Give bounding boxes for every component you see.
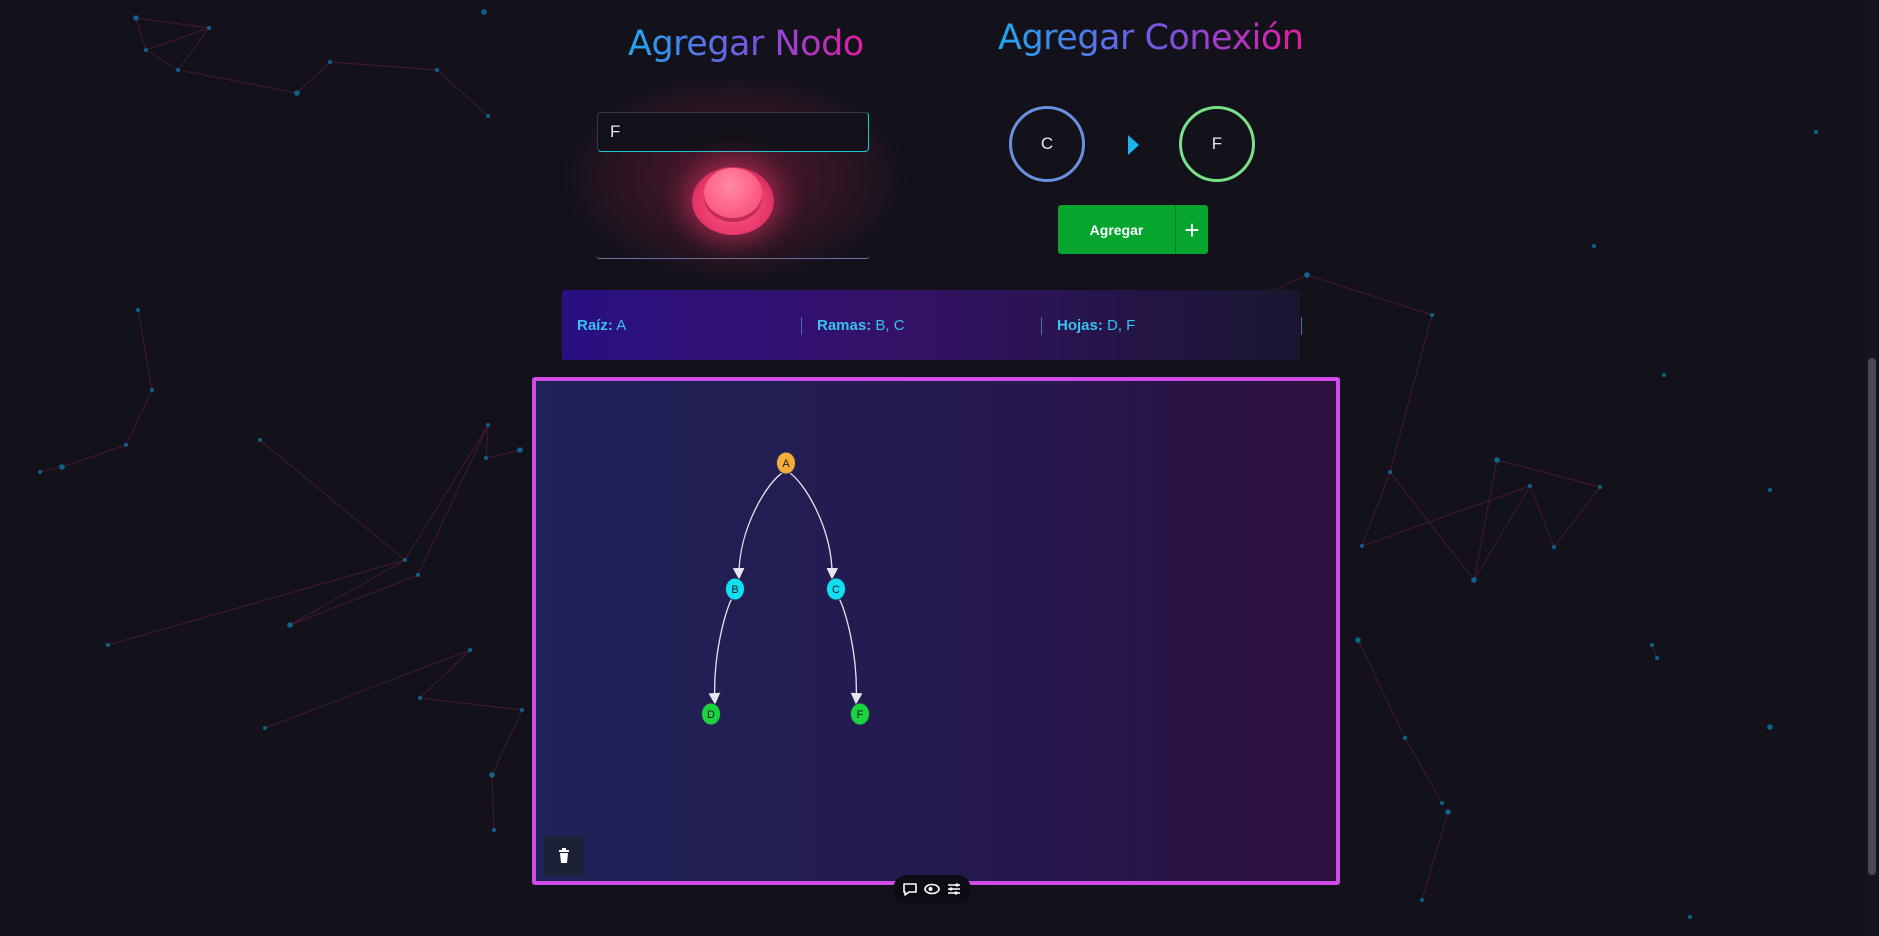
graph-node-label-F: F (857, 709, 864, 721)
branches-label: Ramas: (817, 317, 872, 334)
graph-toolbar (893, 875, 971, 903)
node-name-input[interactable] (597, 112, 869, 152)
trash-icon (559, 848, 569, 863)
play-arrow-icon (1128, 135, 1139, 155)
graph-svg: A B C D F (701, 451, 870, 726)
add-node-title: Agregar Nodo (628, 24, 864, 64)
graph-node-A[interactable]: A (776, 451, 796, 475)
edge-A-C (788, 471, 839, 580)
comment-icon[interactable] (901, 880, 919, 898)
graph-node-label-B: B (731, 584, 738, 596)
tree-summary-bar: Raíz: A Ramas: B, C Hojas: D, F (562, 290, 1302, 360)
settings-list-icon[interactable] (945, 880, 963, 898)
leaves-value: D, F (1107, 317, 1136, 334)
plus-icon: + (1175, 205, 1208, 254)
graph-node-label-C: C (832, 584, 840, 596)
edge-C-F (838, 598, 863, 705)
graph-node-D[interactable]: D (701, 702, 721, 726)
graph-node-label-D: D (707, 709, 715, 721)
to-node-circle[interactable]: F (1179, 106, 1255, 182)
add-connection-title: Agregar Conexión (998, 18, 1304, 58)
scrollbar-thumb[interactable] (1868, 358, 1876, 875)
graph-node-C[interactable]: C (826, 577, 846, 601)
graph-canvas[interactable]: A B C D F (532, 377, 1340, 885)
red-button-cap (704, 168, 762, 218)
summary-root: Raíz: A (577, 317, 802, 335)
edge-A-B (732, 471, 784, 580)
graph-node-B[interactable]: B (725, 577, 745, 601)
add-connection-label: Agregar (1089, 221, 1144, 238)
eye-toggle-icon[interactable] (923, 880, 941, 898)
root-label: Raíz: (577, 317, 613, 334)
branches-value: B, C (875, 317, 905, 334)
summary-branches: Ramas: B, C (817, 317, 1042, 335)
clear-graph-button[interactable] (544, 836, 584, 876)
summary-leaves: Hojas: D, F (1057, 317, 1302, 335)
add-connection-button[interactable]: Agregar + (1058, 205, 1208, 254)
graph-node-F[interactable]: F (850, 702, 870, 726)
edge-B-D (708, 598, 733, 705)
root-value: A (616, 317, 627, 334)
leaves-label: Hojas: (1057, 317, 1103, 334)
graph-node-label-A: A (782, 458, 790, 470)
from-node-circle[interactable]: C (1009, 106, 1085, 182)
add-node-button[interactable] (692, 163, 774, 235)
